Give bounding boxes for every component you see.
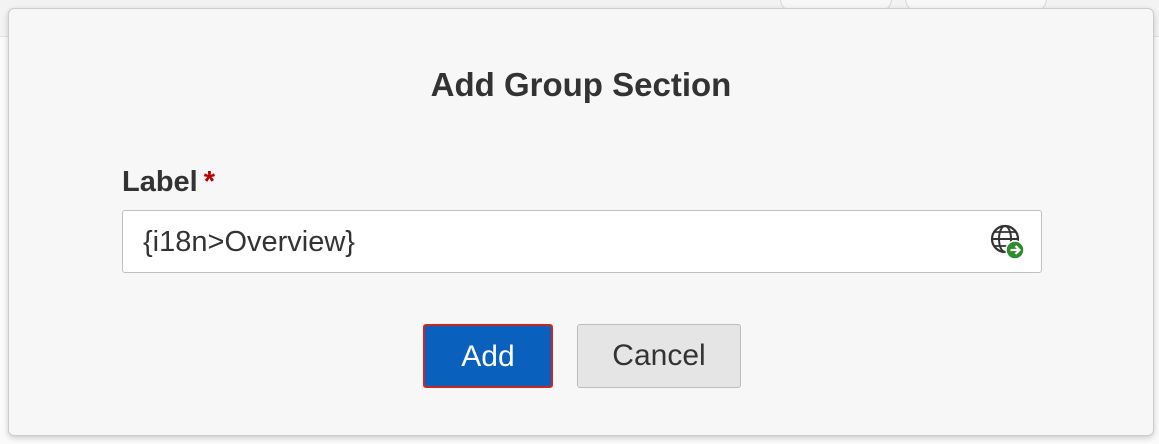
required-marker: * xyxy=(203,166,216,198)
cancel-button[interactable]: Cancel xyxy=(577,324,741,388)
add-group-section-dialog: Add Group Section Label * {i18n>Overview}… xyxy=(8,8,1154,436)
label-input-value[interactable]: {i18n>Overview} xyxy=(143,224,355,260)
dialog-title: Add Group Section xyxy=(430,66,732,103)
label-field-label-text: Label xyxy=(122,166,198,198)
label-field-label: Label * xyxy=(122,164,215,200)
globe-translate-icon[interactable] xyxy=(989,223,1027,261)
add-button[interactable]: Add xyxy=(423,324,553,388)
label-input[interactable]: {i18n>Overview} xyxy=(122,210,1042,273)
